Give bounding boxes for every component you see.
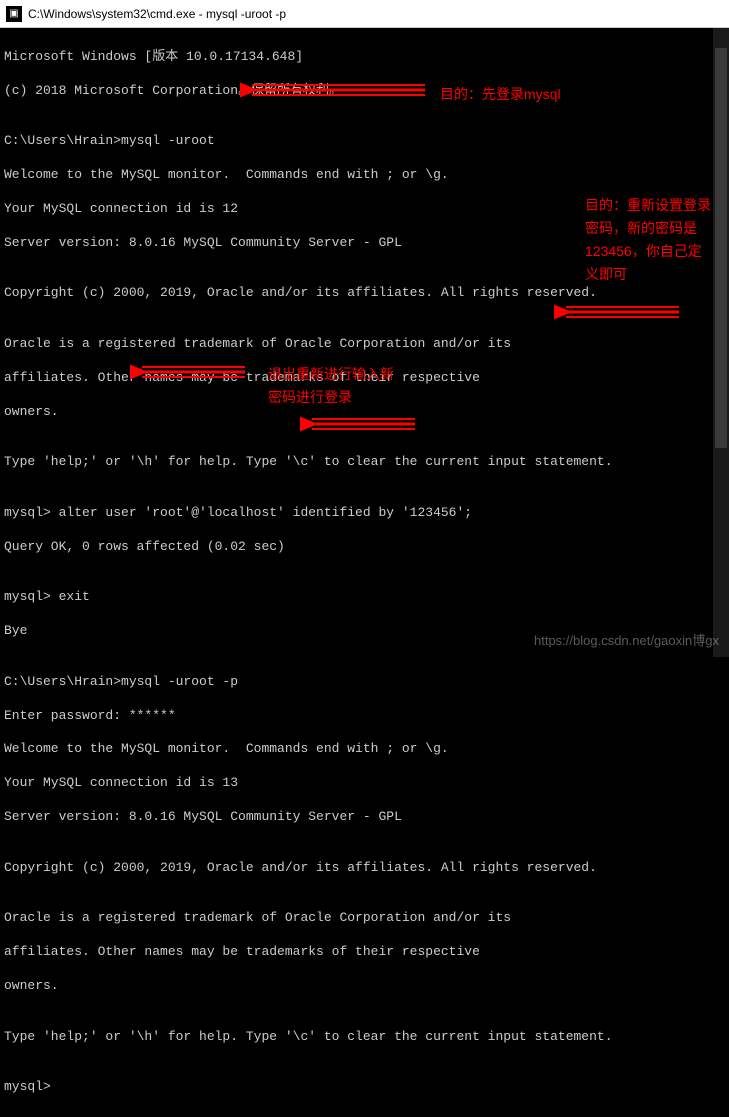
output-line: Type 'help;' or '\h' for help. Type '\c'… [4,1029,725,1046]
output-line: Query OK, 0 rows affected (0.02 sec) [4,539,725,556]
output-line: Type 'help;' or '\h' for help. Type '\c'… [4,454,725,471]
output-line: Oracle is a registered trademark of Orac… [4,336,725,353]
output-line: affiliates. Other names may be trademark… [4,944,725,961]
output-line: (c) 2018 Microsoft Corporation。保留所有权利。 [4,83,725,100]
cmd-icon: ▣ [6,6,22,22]
output-line: Oracle is a registered trademark of Orac… [4,910,725,927]
scrollbar[interactable] [713,28,729,657]
scrollbar-thumb[interactable] [715,48,727,448]
output-line: Copyright (c) 2000, 2019, Oracle and/or … [4,285,725,302]
output-line: Server version: 8.0.16 MySQL Community S… [4,235,725,252]
output-line: C:\Users\Hrain>mysql -uroot [4,133,725,150]
window-title: C:\Windows\system32\cmd.exe - mysql -uro… [28,7,286,21]
output-line: Server version: 8.0.16 MySQL Community S… [4,809,725,826]
window-titlebar: ▣ C:\Windows\system32\cmd.exe - mysql -u… [0,0,729,28]
output-line: Enter password: ****** [4,708,725,725]
prompt-line[interactable]: mysql> [4,1079,725,1096]
output-line: Your MySQL connection id is 12 [4,201,725,218]
output-line: mysql> exit [4,589,725,606]
output-line: mysql> alter user 'root'@'localhost' ide… [4,505,725,522]
output-line: C:\Users\Hrain>mysql -uroot -p [4,674,725,691]
output-line: Your MySQL connection id is 13 [4,775,725,792]
terminal-output[interactable]: Microsoft Windows [版本 10.0.17134.648] (c… [0,28,729,1117]
watermark: https://blog.csdn.net/gaoxin博gx [534,630,719,649]
output-line: Copyright (c) 2000, 2019, Oracle and/or … [4,860,725,877]
output-line: owners. [4,404,725,421]
output-line: Welcome to the MySQL monitor. Commands e… [4,741,725,758]
output-line: affiliates. Other names may be trademark… [4,370,725,387]
output-line: Microsoft Windows [版本 10.0.17134.648] [4,49,725,66]
output-line: Welcome to the MySQL monitor. Commands e… [4,167,725,184]
output-line: owners. [4,978,725,995]
